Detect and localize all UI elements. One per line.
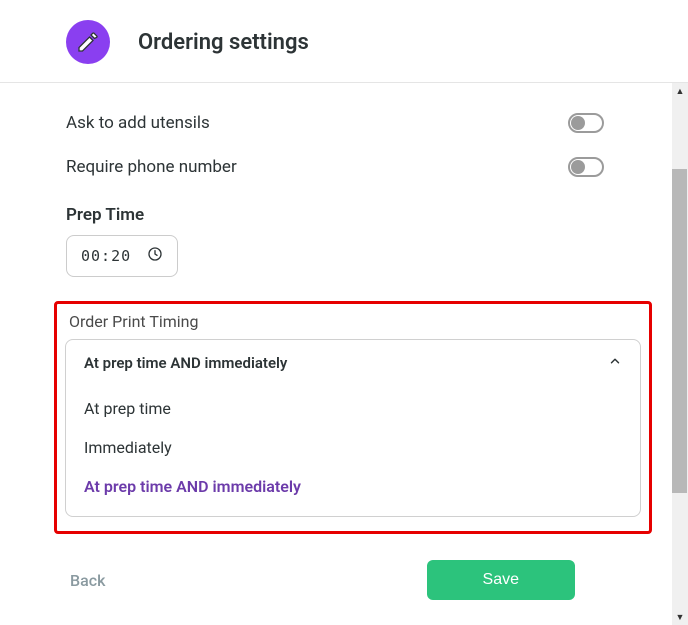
- dropdown-header[interactable]: At prep time AND immediately: [66, 340, 640, 385]
- dropdown-option-prep-time[interactable]: At prep time: [66, 389, 640, 428]
- scroll-down-icon[interactable]: ▼: [672, 609, 688, 625]
- toggle-knob: [571, 160, 585, 174]
- modal-header: Ordering settings: [0, 0, 688, 83]
- order-print-label: Order Print Timing: [65, 312, 641, 331]
- modal-footer: Back Save: [66, 534, 642, 600]
- utensils-label: Ask to add utensils: [66, 113, 210, 133]
- dropdown-option-immediately[interactable]: Immediately: [66, 428, 640, 467]
- toggle-knob: [571, 116, 585, 130]
- scroll-thumb[interactable]: [672, 169, 687, 493]
- save-button[interactable]: Save: [427, 560, 575, 600]
- utensils-toggle[interactable]: [568, 113, 604, 133]
- phone-toggle[interactable]: [568, 157, 604, 177]
- prep-time-input[interactable]: 00:20: [66, 235, 178, 277]
- edit-icon: [66, 20, 110, 64]
- prep-time-label: Prep Time: [66, 205, 642, 225]
- back-button[interactable]: Back: [70, 571, 105, 590]
- settings-content: Ask to add utensils Require phone number…: [0, 83, 672, 625]
- settings-modal: Ordering settings Ask to add utensils Re…: [0, 0, 688, 625]
- utensils-row: Ask to add utensils: [66, 101, 642, 145]
- order-print-dropdown[interactable]: At prep time AND immediately At prep tim…: [65, 339, 641, 517]
- prep-time-value: 00:20: [81, 247, 131, 265]
- phone-row: Require phone number: [66, 145, 642, 189]
- highlight-box: Order Print Timing At prep time AND imme…: [54, 301, 652, 534]
- phone-label: Require phone number: [66, 157, 237, 177]
- dropdown-selected-value: At prep time AND immediately: [84, 354, 287, 372]
- dropdown-options: At prep time Immediately At prep time AN…: [66, 385, 640, 516]
- dropdown-option-both[interactable]: At prep time AND immediately: [66, 467, 640, 506]
- chevron-up-icon: [608, 353, 622, 372]
- page-title: Ordering settings: [138, 30, 309, 55]
- scroll-up-icon[interactable]: ▲: [672, 83, 688, 99]
- clock-icon: [147, 246, 163, 266]
- scrollbar[interactable]: ▲ ▼: [672, 83, 688, 625]
- content-wrapper: Ask to add utensils Require phone number…: [0, 83, 688, 625]
